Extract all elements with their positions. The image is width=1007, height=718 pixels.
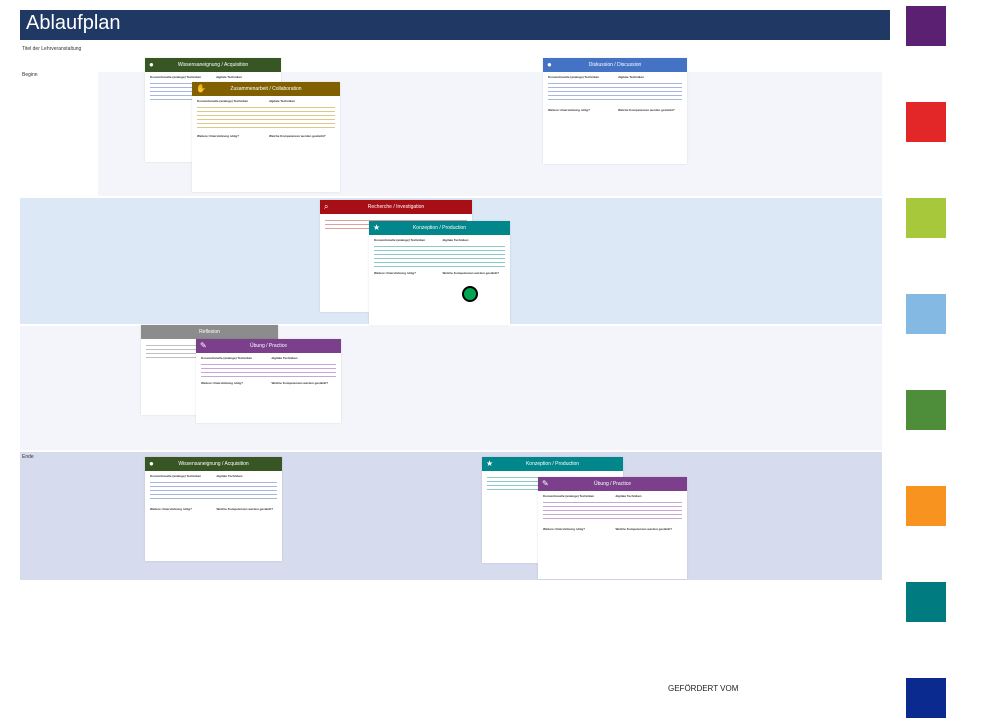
card-title: Reflexion [199, 329, 220, 335]
swatch-collaboration-green[interactable] [906, 198, 946, 238]
col-analog: Konventionelle (analoge) Techniken [197, 99, 249, 103]
col-support: Weitere Unterstützung nötig? [374, 271, 416, 275]
swatch-investigation[interactable] [906, 102, 946, 142]
col-support: Weitere Unterstützung nötig? [201, 381, 243, 385]
col-analog: Konventionelle (analoge) Techniken [548, 75, 600, 79]
col-support: Weitere Unterstützung nötig? [543, 527, 585, 531]
col-digital: digitale Techniken [269, 99, 295, 103]
star-icon: ★ [486, 459, 494, 468]
col-competence: Welche Kompetenzen werden gestärkt? [615, 527, 673, 531]
card-practice-2[interactable]: ✎ Übung / Practice Konventionelle (analog… [538, 477, 687, 579]
handshake-icon: ✋ [196, 84, 206, 93]
card-discussion[interactable]: ● Diskussion / Discussion Konventionelle … [543, 58, 687, 164]
col-digital: digitale Techniken [615, 494, 642, 498]
card-title: Zusammenarbeit / Collaboration [230, 86, 302, 92]
col-analog: Konventionelle (analoge) Techniken [543, 494, 595, 498]
col-competence: Welche Kompetenzen werden gestärkt? [271, 381, 329, 385]
magnifier-icon: ⌕ [324, 202, 329, 211]
card-title: Übung / Practice [594, 481, 631, 487]
lane-label-end: Ende [22, 454, 34, 460]
card-production-1[interactable]: ★ Konzeption / Production Konventionelle … [369, 221, 510, 325]
swatch-discussion[interactable] [906, 294, 946, 334]
col-digital: digitale Techniken [442, 238, 469, 242]
lightbulb-icon: ● [149, 459, 154, 468]
card-title: Konzeption / Production [412, 225, 467, 231]
swatch-collaboration[interactable] [906, 486, 946, 526]
col-digital: digitale Techniken [216, 474, 243, 478]
speech-bubble-icon: ● [547, 60, 552, 69]
lightbulb-icon: ● [149, 60, 154, 69]
card-title: Diskussion / Discussion [588, 62, 642, 68]
card-title: Konzeption / Production [525, 461, 580, 467]
col-analog: Konventionelle (analoge) Techniken [150, 474, 202, 478]
card-title: Übung / Practice [250, 343, 287, 349]
col-digital: digitale Techniken [216, 75, 242, 79]
course-title: Titel der Lehrveranstaltung [22, 46, 82, 52]
swatch-production[interactable] [906, 582, 946, 622]
card-title: Wissensaneignung / Acquisition [178, 461, 249, 467]
col-competence: Welche Kompetenzen werden gestärkt? [618, 108, 675, 112]
wrench-icon: ✎ [200, 341, 207, 350]
swatch-reflection[interactable] [906, 678, 946, 718]
swatch-acquisition-green[interactable] [906, 390, 946, 430]
col-competence: Welche Kompetenzen werden gestärkt? [269, 134, 326, 138]
swatch-acquisition[interactable] [906, 6, 946, 46]
col-analog: Konventionelle (analoge) Techniken [201, 356, 253, 360]
star-icon: ★ [373, 223, 381, 232]
col-support: Weitere Unterstützung nötig? [548, 108, 590, 112]
card-practice-1[interactable]: ✎ Übung / Practice Konventionelle (analog… [196, 339, 341, 423]
page-title: Ablaufplan [26, 12, 121, 34]
col-analog: Konventionelle (analoge) Techniken [374, 238, 426, 242]
col-analog: Konventionelle (analoge) Techniken [150, 75, 202, 79]
col-competence: Welche Kompetenzen werden gestärkt? [442, 271, 500, 275]
cursor-marker[interactable] [462, 286, 478, 302]
col-support: Weitere Unterstützung nötig? [197, 134, 239, 138]
col-competence: Welche Kompetenzen werden gestärkt? [216, 507, 274, 511]
col-support: Weitere Unterstützung nötig? [150, 507, 192, 511]
funding-note: GEFÖRDERT VOM [668, 684, 739, 693]
card-collaboration[interactable]: ✋ Zusammenarbeit / Collaboration Konventi… [192, 82, 340, 192]
wrench-icon: ✎ [542, 479, 549, 488]
lane-label-begin: Beginn [22, 72, 38, 78]
col-digital: digitale Techniken [618, 75, 644, 79]
col-digital: digitale Techniken [271, 356, 298, 360]
page-header: Ablaufplan [20, 10, 890, 40]
card-title: Wissensaneignung / Acquisition [177, 62, 249, 68]
card-acquisition-2[interactable]: ● Wissensaneignung / Acquisition Konventi… [145, 457, 282, 561]
card-title: Recherche / Investigation [367, 204, 425, 210]
